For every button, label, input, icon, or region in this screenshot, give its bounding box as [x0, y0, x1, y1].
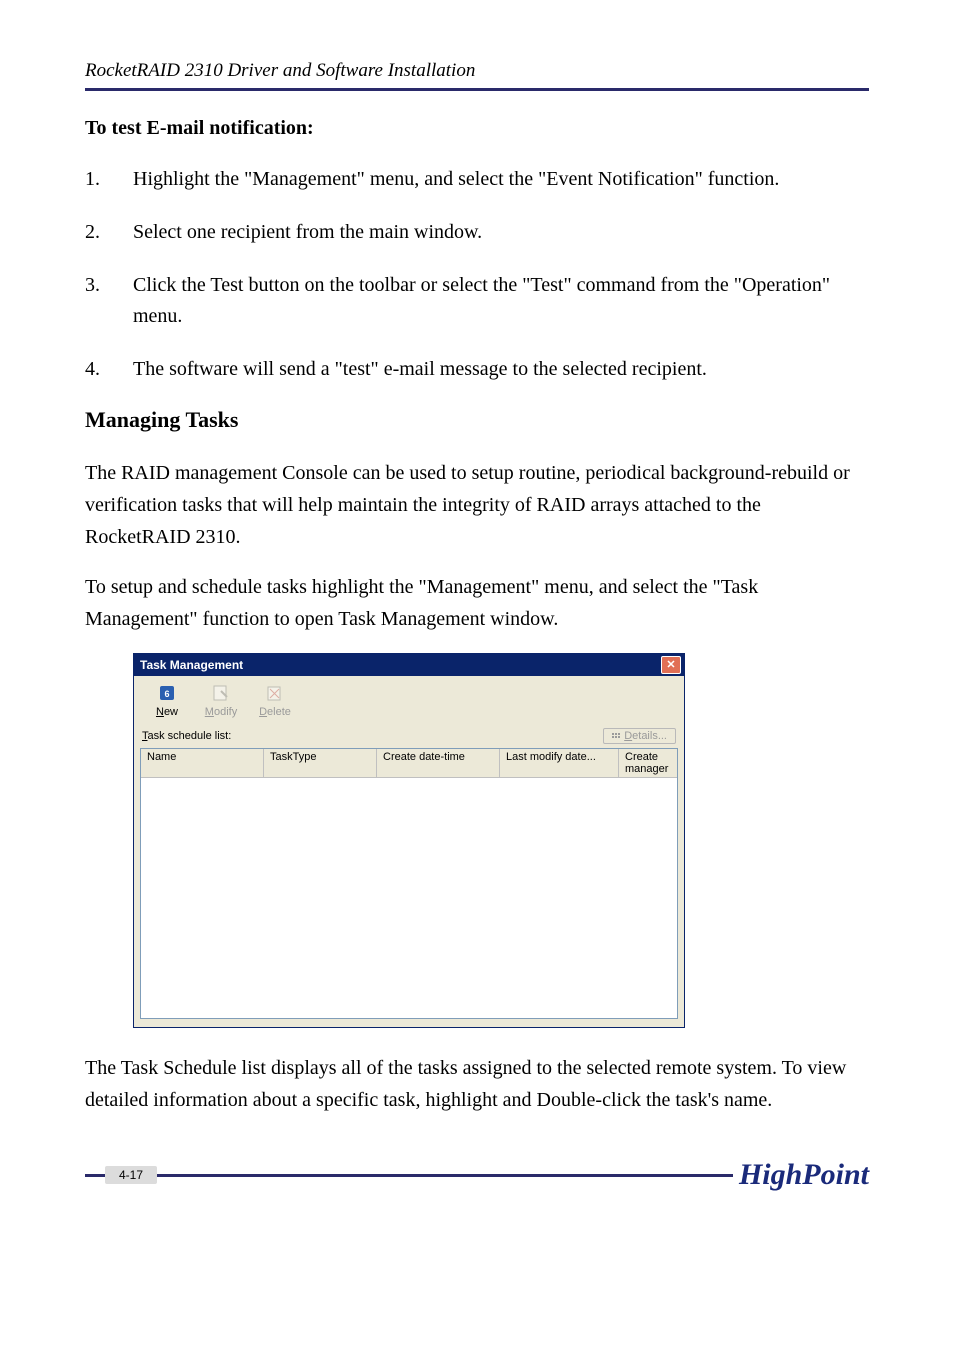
task-list-body[interactable] [141, 778, 677, 1018]
section-heading-test-email: To test E-mail notification: [85, 117, 869, 140]
toolbar-modify-button[interactable]: Modify [194, 680, 248, 720]
body-paragraph: The RAID management Console can be used … [85, 457, 869, 553]
body-paragraph: To setup and schedule tasks highlight th… [85, 571, 869, 635]
toolbar-delete-label: Delete [248, 706, 302, 718]
brand-logo: HighPoint [733, 1158, 869, 1192]
column-header-create-manager[interactable]: Create manager [619, 749, 677, 777]
task-list[interactable]: Name TaskType Create date-time Last modi… [140, 748, 678, 1019]
modify-icon [209, 682, 233, 704]
step-item: 1. Highlight the "Management" menu, and … [85, 164, 869, 195]
column-header-create-date[interactable]: Create date-time [377, 749, 500, 777]
close-button[interactable]: ✕ [661, 656, 681, 674]
step-text: Select one recipient from the main windo… [133, 217, 869, 248]
step-number: 3. [85, 270, 133, 332]
window-titlebar: Task Management ✕ [134, 654, 684, 676]
delete-icon [263, 682, 287, 704]
column-header-name[interactable]: Name [141, 749, 264, 777]
step-number: 4. [85, 354, 133, 385]
window-title: Task Management [140, 658, 243, 672]
section-heading-managing-tasks: Managing Tasks [85, 407, 869, 433]
column-header-tasktype[interactable]: TaskType [264, 749, 377, 777]
steps-list: 1. Highlight the "Management" menu, and … [85, 164, 869, 385]
details-icon [612, 732, 620, 740]
step-item: 2. Select one recipient from the main wi… [85, 217, 869, 248]
step-item: 4. The software will send a "test" e-mai… [85, 354, 869, 385]
step-text: Highlight the "Management" menu, and sel… [133, 164, 869, 195]
task-management-window: Task Management ✕ 6 New [133, 653, 685, 1028]
toolbar: 6 New Modify [134, 676, 684, 722]
task-schedule-list-label: Task schedule list: [142, 730, 231, 742]
table-header-row: Name TaskType Create date-time Last modi… [141, 749, 677, 778]
new-icon: 6 [155, 682, 179, 704]
page-footer: 4-17 HighPoint [85, 1158, 869, 1192]
details-label: Details... [624, 730, 667, 742]
close-icon: ✕ [666, 660, 675, 671]
svg-text:6: 6 [164, 689, 169, 699]
step-text: The software will send a "test" e-mail m… [133, 354, 869, 385]
page-number: 4-17 [105, 1166, 157, 1184]
step-number: 1. [85, 164, 133, 195]
task-management-screenshot: Task Management ✕ 6 New [133, 653, 685, 1028]
toolbar-delete-button[interactable]: Delete [248, 680, 302, 720]
details-button[interactable]: Details... [603, 728, 676, 744]
toolbar-new-label: New [140, 706, 194, 718]
footer-rule [157, 1174, 733, 1177]
running-header: RocketRAID 2310 Driver and Software Inst… [85, 60, 869, 91]
step-text: Click the Test button on the toolbar or … [133, 270, 869, 332]
footer-rule-left [85, 1174, 105, 1177]
step-number: 2. [85, 217, 133, 248]
body-paragraph: The Task Schedule list displays all of t… [85, 1052, 869, 1116]
step-item: 3. Click the Test button on the toolbar … [85, 270, 869, 332]
toolbar-modify-label: Modify [194, 706, 248, 718]
toolbar-new-button[interactable]: 6 New [140, 680, 194, 720]
column-header-last-modify[interactable]: Last modify date... [500, 749, 619, 777]
